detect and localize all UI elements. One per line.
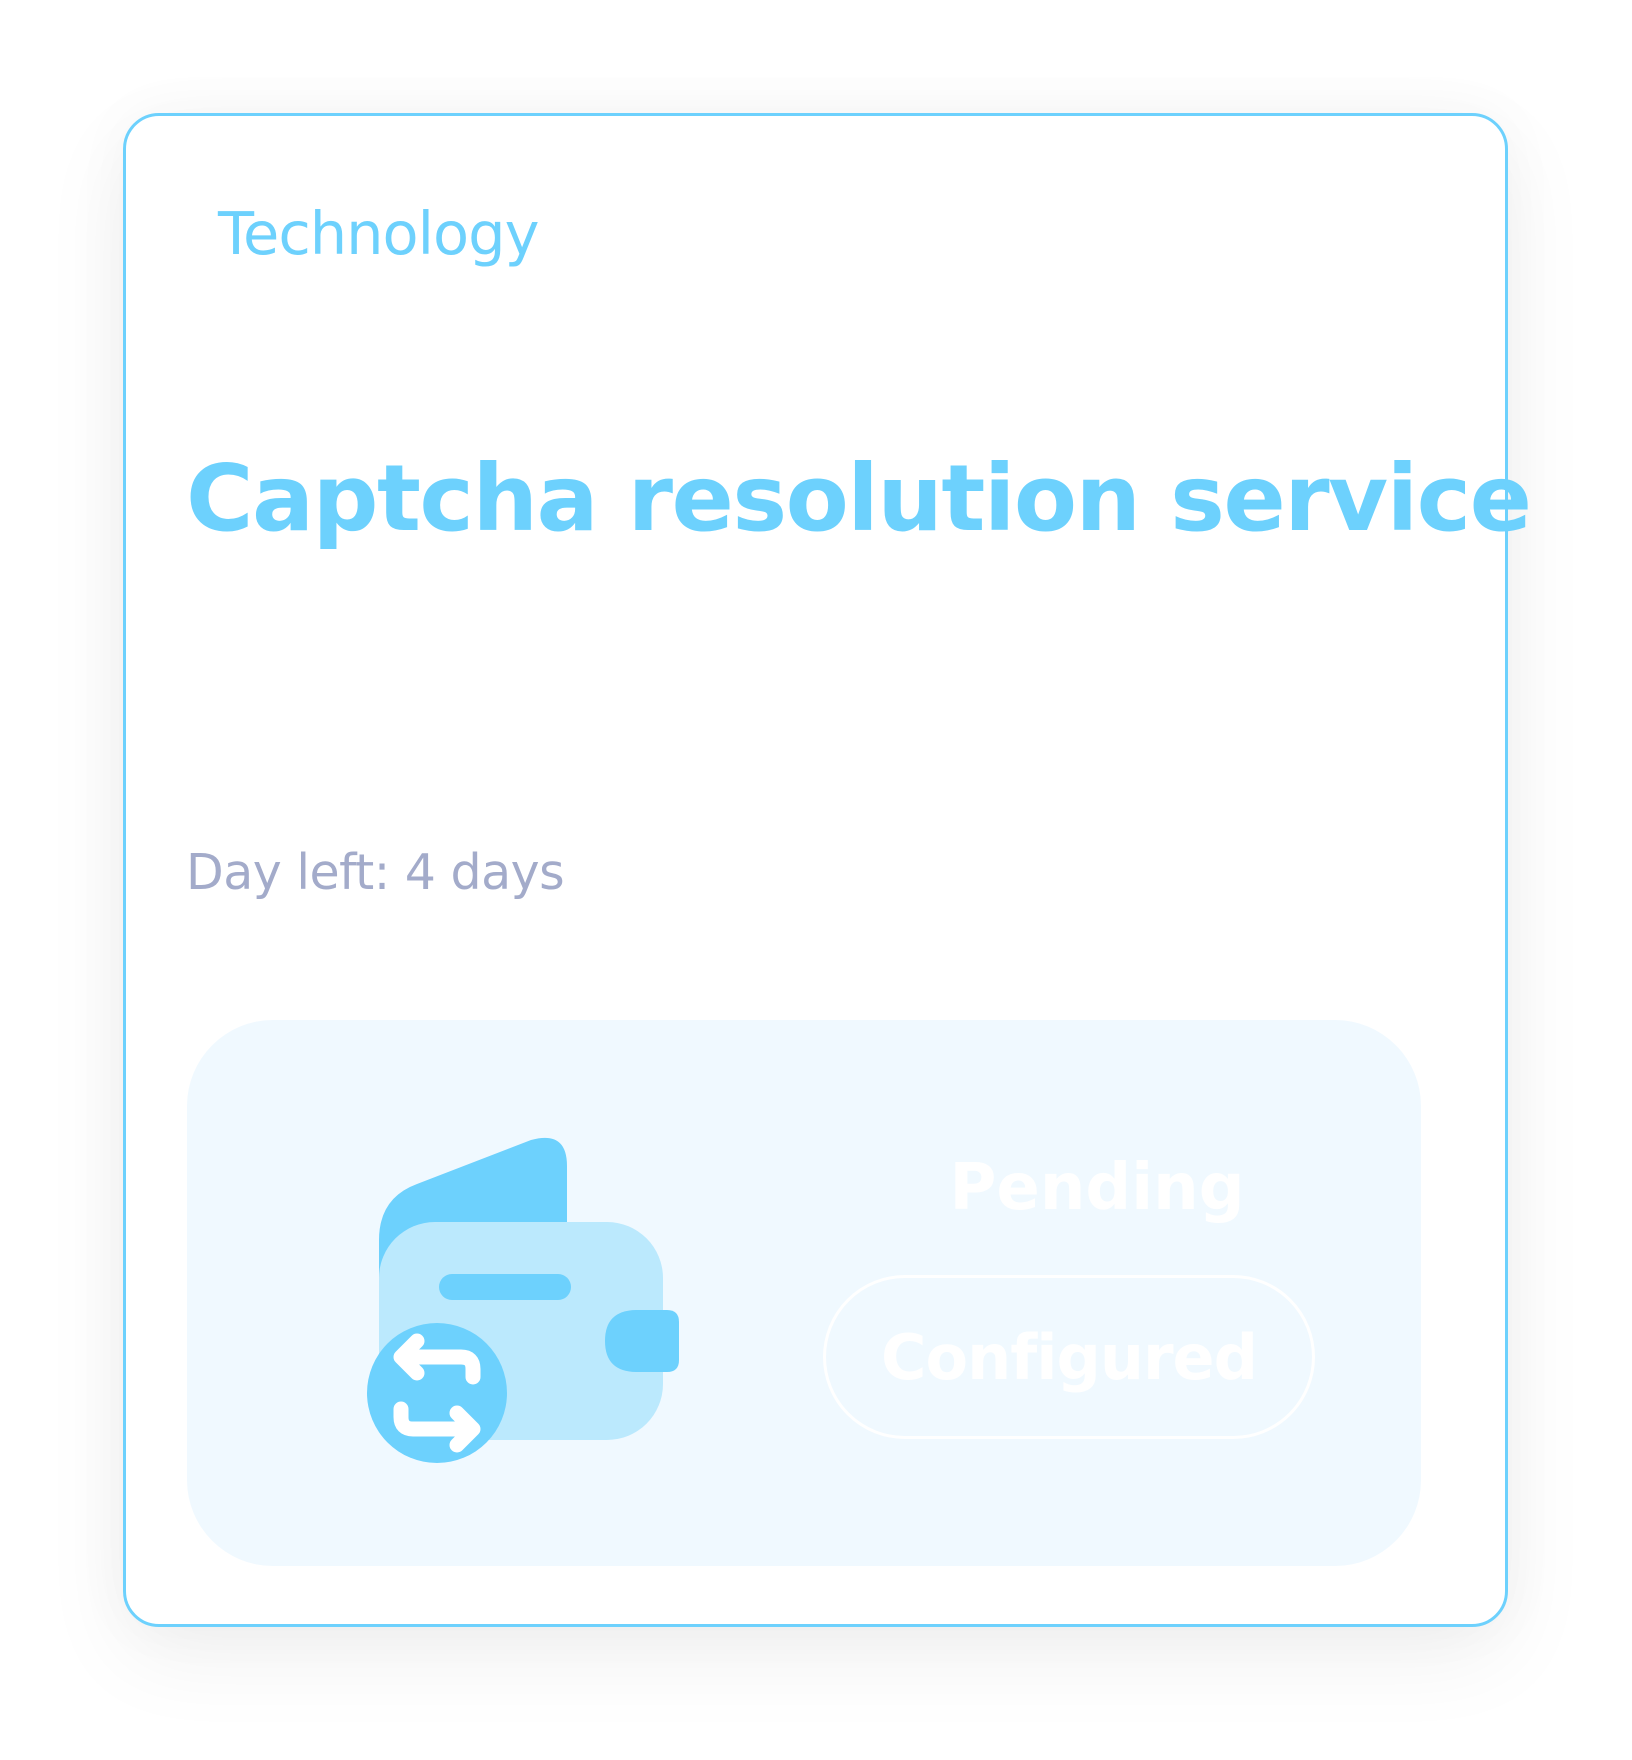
status-panel: Pending Configured xyxy=(187,1020,1421,1566)
transfer-circle xyxy=(367,1323,507,1463)
days-left-text: Day left: 4 days xyxy=(186,844,565,901)
wallet-slot xyxy=(439,1274,571,1300)
service-card[interactable]: Technology Captcha resolution service Da… xyxy=(123,113,1532,1627)
status-text: Pending xyxy=(949,1151,1245,1225)
wallet-transfer-icon xyxy=(367,1137,679,1463)
configured-button[interactable]: Configured xyxy=(823,1275,1315,1439)
category-label: Technology xyxy=(218,199,539,268)
wallet-clasp xyxy=(605,1310,679,1372)
card-title: Captcha resolution service xyxy=(186,445,1532,552)
